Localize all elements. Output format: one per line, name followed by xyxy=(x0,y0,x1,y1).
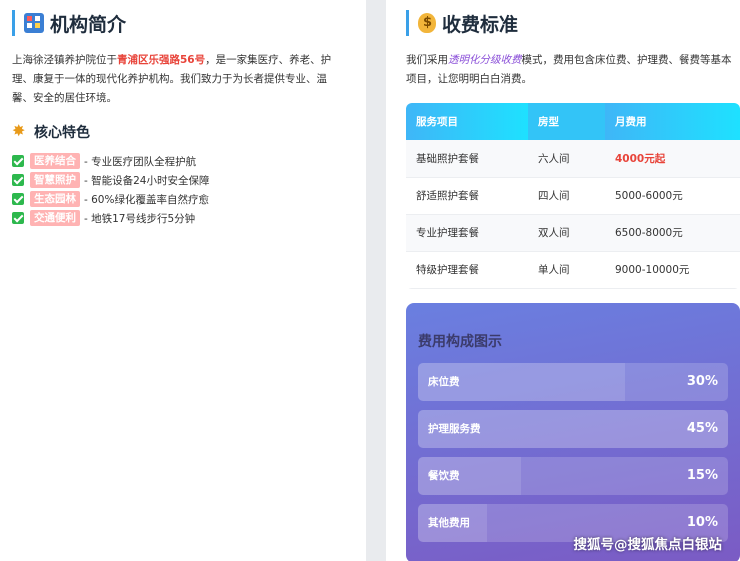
chart-bar-value: 30% xyxy=(686,374,718,389)
intro-paragraph: 上海徐泾镇养护院位于青浦区乐强路56号，是一家集医疗、养老、护理、康复于一体的现… xyxy=(12,51,342,108)
list-item: 生态园林 - 60%绿化覆盖率自然疗愈 xyxy=(12,190,366,208)
feature-tag: 生态园林 xyxy=(30,191,80,207)
table-cell: 6500-8000元 xyxy=(605,214,740,252)
table-cell: 舒适照护套餐 xyxy=(406,177,528,215)
chart-bar-label: 其他费用 xyxy=(428,517,470,529)
chart-bars: 床位费 30% 护理服务费 45% 餐饮费 15% 其他费用 10% xyxy=(418,362,728,542)
table-cell: 双人间 xyxy=(528,214,605,252)
building-icon xyxy=(24,13,44,33)
table-cell: 四人间 xyxy=(528,177,605,215)
fee-panel: 收费标准 我们采用透明化分级收费模式，费用包含床位费、护理费、餐费等基本项目，让… xyxy=(386,0,740,561)
table-cell: 单人间 xyxy=(528,251,605,289)
chart-bar-value: 45% xyxy=(686,421,718,436)
table-cell: 基础照护套餐 xyxy=(406,140,528,178)
table-cell: 专业护理套餐 xyxy=(406,214,528,252)
chart-bar-value: 15% xyxy=(686,468,718,483)
chart-bar-value: 10% xyxy=(686,515,718,530)
list-item: 交通便利 - 地铁17号线步行5分钟 xyxy=(12,209,366,227)
table-row: 特级护理套餐 单人间 9000-10000元 xyxy=(406,251,740,289)
table-cell: 9000-10000元 xyxy=(605,251,740,289)
check-icon xyxy=(12,174,24,186)
chart-bar-label: 餐饮费 xyxy=(428,470,460,482)
check-icon xyxy=(12,193,24,205)
feature-text: - 地铁17号线步行5分钟 xyxy=(84,212,196,225)
chart-bar-label: 护理服务费 xyxy=(428,423,481,435)
intro-text-start: 上海徐泾镇养护院位于 xyxy=(12,54,117,66)
feature-tag: 交通便利 xyxy=(30,210,80,226)
chart-bar-label: 床位费 xyxy=(428,376,460,388)
sparkle-icon xyxy=(12,121,28,140)
intro-panel: 机构简介 上海徐泾镇养护院位于青浦区乐强路56号，是一家集医疗、养老、护理、康复… xyxy=(0,0,366,561)
chart-title: 费用构成图示 xyxy=(418,333,502,350)
watermark: 搜狐号@搜狐焦点白银站 xyxy=(573,537,723,553)
fee-model-highlight: 透明化分级收费 xyxy=(448,54,522,66)
table-row: 基础照护套餐 六人间 4000元起 xyxy=(406,140,740,178)
table-cell: 特级护理套餐 xyxy=(406,251,528,289)
features-heading: 核心特色 xyxy=(12,121,366,142)
column-header: 房型 xyxy=(528,103,605,140)
table-row: 舒适照护套餐 四人间 5000-6000元 xyxy=(406,177,740,215)
feature-tag: 医养结合 xyxy=(30,153,80,169)
check-icon xyxy=(12,155,24,167)
list-item: 智慧照护 - 智能设备24小时安全保障 xyxy=(12,171,366,189)
table-cell: 4000元起 xyxy=(605,140,740,178)
check-icon xyxy=(12,212,24,224)
fee-text-start: 我们采用 xyxy=(406,54,448,66)
feature-list: 医养结合 - 专业医疗团队全程护航 智慧照护 - 智能设备24小时安全保障 生态… xyxy=(12,152,366,227)
chart-bar: 护理服务费 45% xyxy=(418,409,728,448)
address-highlight: 青浦区乐强路56号 xyxy=(117,54,206,66)
intro-heading: 机构简介 xyxy=(12,10,366,36)
intro-heading-text: 机构简介 xyxy=(50,13,127,36)
fee-paragraph: 我们采用透明化分级收费模式，费用包含床位费、护理费、餐费等基本项目，让您明明白白… xyxy=(406,51,736,89)
fee-heading-text: 收费标准 xyxy=(442,13,519,36)
table-cell: 六人间 xyxy=(528,140,605,178)
feature-text: - 60%绿化覆盖率自然疗愈 xyxy=(84,193,209,206)
cost-breakdown-chart: 费用构成图示 床位费 30% 护理服务费 45% 餐饮费 15% 其他费用 10% xyxy=(406,302,740,561)
money-bag-icon xyxy=(418,13,436,33)
column-header: 服务项目 xyxy=(406,103,528,140)
table-row: 专业护理套餐 双人间 6500-8000元 xyxy=(406,214,740,252)
column-header: 月费用 xyxy=(605,103,740,140)
chart-bar: 餐饮费 15% xyxy=(418,456,728,495)
feature-text: - 专业医疗团队全程护航 xyxy=(84,155,197,168)
chart-bar: 床位费 30% xyxy=(418,362,728,401)
fee-table: 服务项目 房型 月费用 基础照护套餐 六人间 4000元起 舒适照护套餐 四人间… xyxy=(406,103,740,289)
feature-tag: 智慧照护 xyxy=(30,172,80,188)
table-header-row: 服务项目 房型 月费用 xyxy=(406,103,740,140)
feature-text: - 智能设备24小时安全保障 xyxy=(84,174,210,187)
features-heading-text: 核心特色 xyxy=(34,125,90,141)
list-item: 医养结合 - 专业医疗团队全程护航 xyxy=(12,152,366,170)
table-cell: 5000-6000元 xyxy=(605,177,740,215)
fee-heading: 收费标准 xyxy=(406,10,740,36)
